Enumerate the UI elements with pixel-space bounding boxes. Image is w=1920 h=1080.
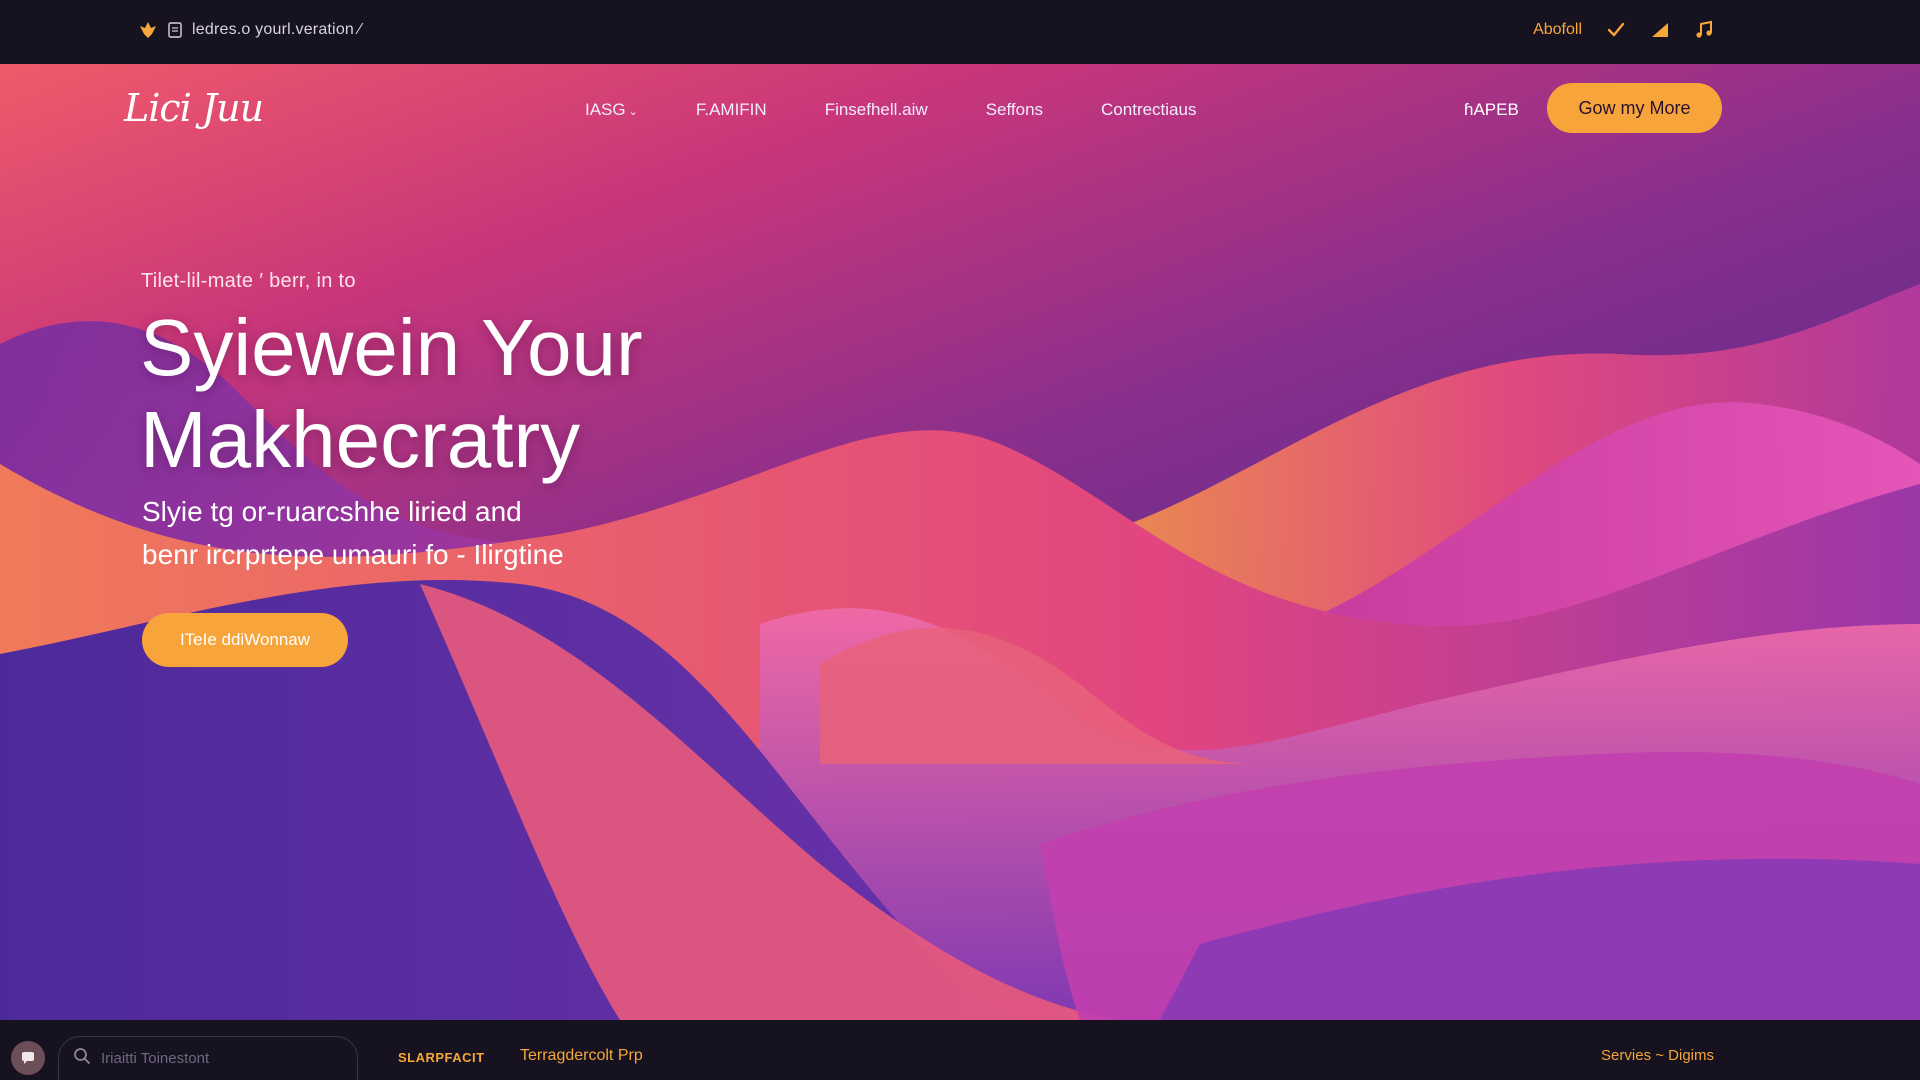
nav-item-label: IASG — [585, 100, 626, 119]
nav-link-apeb[interactable]: ɦAPEB — [1464, 100, 1519, 120]
search-box[interactable] — [58, 1036, 358, 1080]
brand-logo[interactable]: Lici Juu — [124, 86, 264, 130]
bottom-link-servies[interactable]: Servies ~ Digims — [1601, 1047, 1714, 1064]
subline-line-2: benr ircrprtepe umauri fo - Ilirgtine — [142, 539, 564, 570]
search-icon — [73, 1047, 91, 1070]
chat-bubble-icon — [22, 1052, 34, 1064]
hero-eyebrow: Tilet-lil-mate ′ berr, in to — [141, 270, 356, 292]
hero-subline: Slyie tg or-ruarcshhe liried and benr ir… — [142, 490, 862, 576]
hero-headline: Syiewein Your Makhecratry — [140, 302, 900, 486]
nav-item-contrectiaus[interactable]: Contrectiaus — [1101, 100, 1196, 120]
search-input[interactable] — [101, 1050, 331, 1067]
address-text[interactable]: ledres.o yourl.veration ⁄ — [192, 21, 362, 39]
avatar[interactable] — [11, 1041, 45, 1075]
nav-cta-button[interactable]: Gow my More — [1547, 83, 1722, 133]
document-icon — [168, 22, 182, 38]
headline-line-2: Makhecratry — [140, 395, 581, 484]
nav-item-seffons[interactable]: Seffons — [986, 100, 1043, 120]
about-link[interactable]: Abofoll — [1533, 21, 1582, 39]
music-note-icon[interactable] — [1694, 20, 1714, 40]
address-group: ledres.o yourl.veration ⁄ — [138, 20, 362, 40]
nav-menu: IASG ⌄ F.AMIFIN Finsefhell.aiw Seffons Co… — [585, 100, 1196, 120]
headline-line-1: Syiewein Your — [140, 303, 643, 392]
nav-item-famifin[interactable]: F.AMIFIN — [696, 100, 767, 120]
check-icon[interactable] — [1606, 20, 1626, 40]
nav-item-iasg[interactable]: IASG ⌄ — [585, 100, 638, 120]
signal-icon[interactable] — [1650, 20, 1670, 40]
bottom-link-terragdercolt[interactable]: Terragdercolt Prp — [520, 1047, 643, 1065]
top-right-group: Abofoll — [1533, 20, 1714, 40]
top-bar: ledres.o yourl.veration ⁄ Abofoll — [0, 0, 1920, 64]
flame-logo-icon[interactable] — [138, 20, 158, 40]
nav-item-finsefhell[interactable]: Finsefhell.aiw — [825, 100, 928, 120]
hero-cta-button[interactable]: ITeIe ddiWonnaw — [142, 613, 348, 667]
bottom-link-slarpfacit[interactable]: SLARPFACIT — [398, 1050, 485, 1065]
subline-line-1: Slyie tg or-ruarcshhe liried and — [142, 496, 522, 527]
chevron-down-icon: ⌄ — [628, 106, 638, 118]
